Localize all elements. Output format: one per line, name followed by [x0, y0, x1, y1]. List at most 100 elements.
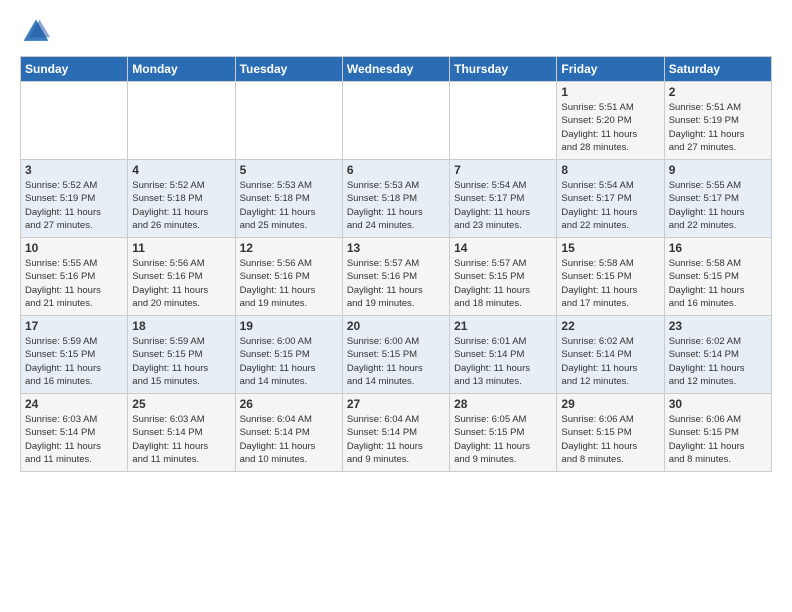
- day-number: 26: [240, 397, 338, 411]
- day-info: Sunrise: 5:55 AM Sunset: 5:16 PM Dayligh…: [25, 257, 123, 310]
- day-cell: 7 Sunrise: 5:54 AM Sunset: 5:17 PM Daylig…: [450, 160, 557, 238]
- day-info: Sunrise: 5:59 AM Sunset: 5:15 PM Dayligh…: [25, 335, 123, 388]
- day-cell: 25 Sunrise: 6:03 AM Sunset: 5:14 PM Dayli…: [128, 394, 235, 472]
- day-info: Sunrise: 5:52 AM Sunset: 5:18 PM Dayligh…: [132, 179, 230, 232]
- week-row: 1 Sunrise: 5:51 AM Sunset: 5:20 PM Daylig…: [21, 82, 772, 160]
- day-cell: 12Sunrise: 5:56 AM Sunset: 5:16 PM Dayli…: [235, 238, 342, 316]
- day-cell: 18 Sunrise: 5:59 AM Sunset: 5:15 PM Dayli…: [128, 316, 235, 394]
- day-number: 7: [454, 163, 552, 177]
- day-cell: [342, 82, 449, 160]
- day-info: Sunrise: 6:01 AM Sunset: 5:14 PM Dayligh…: [454, 335, 552, 388]
- day-number: 3: [25, 163, 123, 177]
- day-header: Friday: [557, 57, 664, 82]
- day-info: Sunrise: 6:02 AM Sunset: 5:14 PM Dayligh…: [561, 335, 659, 388]
- day-number: 8: [561, 163, 659, 177]
- day-number: 23: [669, 319, 767, 333]
- day-number: 24: [25, 397, 123, 411]
- day-number: 6: [347, 163, 445, 177]
- day-number: 29: [561, 397, 659, 411]
- day-info: Sunrise: 6:02 AM Sunset: 5:14 PM Dayligh…: [669, 335, 767, 388]
- day-number: 21: [454, 319, 552, 333]
- day-number: 4: [132, 163, 230, 177]
- day-cell: 30Sunrise: 6:06 AM Sunset: 5:15 PM Dayli…: [664, 394, 771, 472]
- day-cell: 4 Sunrise: 5:52 AM Sunset: 5:18 PM Daylig…: [128, 160, 235, 238]
- day-cell: [235, 82, 342, 160]
- day-number: 5: [240, 163, 338, 177]
- day-cell: 2 Sunrise: 5:51 AM Sunset: 5:19 PM Daylig…: [664, 82, 771, 160]
- day-info: Sunrise: 5:58 AM Sunset: 5:15 PM Dayligh…: [669, 257, 767, 310]
- day-cell: 5Sunrise: 5:53 AM Sunset: 5:18 PM Daylig…: [235, 160, 342, 238]
- day-number: 9: [669, 163, 767, 177]
- day-info: Sunrise: 5:51 AM Sunset: 5:20 PM Dayligh…: [561, 101, 659, 154]
- day-info: Sunrise: 5:51 AM Sunset: 5:19 PM Dayligh…: [669, 101, 767, 154]
- day-cell: 1 Sunrise: 5:51 AM Sunset: 5:20 PM Daylig…: [557, 82, 664, 160]
- day-cell: 19Sunrise: 6:00 AM Sunset: 5:15 PM Dayli…: [235, 316, 342, 394]
- day-cell: 21 Sunrise: 6:01 AM Sunset: 5:14 PM Dayli…: [450, 316, 557, 394]
- calendar-table: SundayMondayTuesdayWednesdayThursdayFrid…: [20, 56, 772, 472]
- day-number: 17: [25, 319, 123, 333]
- day-info: Sunrise: 6:06 AM Sunset: 5:15 PM Dayligh…: [561, 413, 659, 466]
- day-number: 30: [669, 397, 767, 411]
- week-row: 24 Sunrise: 6:03 AM Sunset: 5:14 PM Dayli…: [21, 394, 772, 472]
- day-info: Sunrise: 6:03 AM Sunset: 5:14 PM Dayligh…: [25, 413, 123, 466]
- day-cell: 13 Sunrise: 5:57 AM Sunset: 5:16 PM Dayli…: [342, 238, 449, 316]
- day-info: Sunrise: 6:00 AM Sunset: 5:15 PM Dayligh…: [347, 335, 445, 388]
- header-row: SundayMondayTuesdayWednesdayThursdayFrid…: [21, 57, 772, 82]
- day-cell: 28Sunrise: 6:05 AM Sunset: 5:15 PM Dayli…: [450, 394, 557, 472]
- day-number: 19: [240, 319, 338, 333]
- day-info: Sunrise: 5:57 AM Sunset: 5:16 PM Dayligh…: [347, 257, 445, 310]
- week-row: 3Sunrise: 5:52 AM Sunset: 5:19 PM Daylig…: [21, 160, 772, 238]
- day-number: 2: [669, 85, 767, 99]
- day-info: Sunrise: 6:04 AM Sunset: 5:14 PM Dayligh…: [347, 413, 445, 466]
- day-header: Saturday: [664, 57, 771, 82]
- day-cell: 22 Sunrise: 6:02 AM Sunset: 5:14 PM Dayli…: [557, 316, 664, 394]
- day-number: 12: [240, 241, 338, 255]
- day-number: 25: [132, 397, 230, 411]
- day-cell: 23 Sunrise: 6:02 AM Sunset: 5:14 PM Dayli…: [664, 316, 771, 394]
- day-number: 27: [347, 397, 445, 411]
- day-cell: [21, 82, 128, 160]
- day-cell: 20 Sunrise: 6:00 AM Sunset: 5:15 PM Dayli…: [342, 316, 449, 394]
- day-info: Sunrise: 6:03 AM Sunset: 5:14 PM Dayligh…: [132, 413, 230, 466]
- day-cell: 3Sunrise: 5:52 AM Sunset: 5:19 PM Daylig…: [21, 160, 128, 238]
- page: SundayMondayTuesdayWednesdayThursdayFrid…: [0, 0, 792, 482]
- day-info: Sunrise: 5:57 AM Sunset: 5:15 PM Dayligh…: [454, 257, 552, 310]
- week-row: 10 Sunrise: 5:55 AM Sunset: 5:16 PM Dayli…: [21, 238, 772, 316]
- day-cell: 8Sunrise: 5:54 AM Sunset: 5:17 PM Daylig…: [557, 160, 664, 238]
- day-info: Sunrise: 5:56 AM Sunset: 5:16 PM Dayligh…: [132, 257, 230, 310]
- day-number: 15: [561, 241, 659, 255]
- day-cell: 27 Sunrise: 6:04 AM Sunset: 5:14 PM Dayli…: [342, 394, 449, 472]
- day-info: Sunrise: 5:53 AM Sunset: 5:18 PM Dayligh…: [347, 179, 445, 232]
- day-cell: 14Sunrise: 5:57 AM Sunset: 5:15 PM Dayli…: [450, 238, 557, 316]
- day-info: Sunrise: 5:54 AM Sunset: 5:17 PM Dayligh…: [454, 179, 552, 232]
- day-cell: 16Sunrise: 5:58 AM Sunset: 5:15 PM Dayli…: [664, 238, 771, 316]
- day-header: Monday: [128, 57, 235, 82]
- logo-icon: [20, 16, 52, 48]
- day-number: 1: [561, 85, 659, 99]
- day-cell: 11 Sunrise: 5:56 AM Sunset: 5:16 PM Dayli…: [128, 238, 235, 316]
- day-header: Thursday: [450, 57, 557, 82]
- day-number: 20: [347, 319, 445, 333]
- day-cell: 24 Sunrise: 6:03 AM Sunset: 5:14 PM Dayli…: [21, 394, 128, 472]
- day-number: 13: [347, 241, 445, 255]
- week-row: 17 Sunrise: 5:59 AM Sunset: 5:15 PM Dayli…: [21, 316, 772, 394]
- day-cell: 6 Sunrise: 5:53 AM Sunset: 5:18 PM Daylig…: [342, 160, 449, 238]
- day-info: Sunrise: 6:04 AM Sunset: 5:14 PM Dayligh…: [240, 413, 338, 466]
- day-cell: 29 Sunrise: 6:06 AM Sunset: 5:15 PM Dayli…: [557, 394, 664, 472]
- day-cell: 26 Sunrise: 6:04 AM Sunset: 5:14 PM Dayli…: [235, 394, 342, 472]
- day-cell: 15Sunrise: 5:58 AM Sunset: 5:15 PM Dayli…: [557, 238, 664, 316]
- logo: [20, 16, 58, 48]
- day-info: Sunrise: 5:59 AM Sunset: 5:15 PM Dayligh…: [132, 335, 230, 388]
- day-cell: [128, 82, 235, 160]
- day-header: Sunday: [21, 57, 128, 82]
- day-number: 28: [454, 397, 552, 411]
- day-number: 10: [25, 241, 123, 255]
- day-number: 18: [132, 319, 230, 333]
- day-cell: 10 Sunrise: 5:55 AM Sunset: 5:16 PM Dayli…: [21, 238, 128, 316]
- day-cell: 17 Sunrise: 5:59 AM Sunset: 5:15 PM Dayli…: [21, 316, 128, 394]
- day-info: Sunrise: 5:55 AM Sunset: 5:17 PM Dayligh…: [669, 179, 767, 232]
- day-number: 22: [561, 319, 659, 333]
- header: [20, 16, 772, 48]
- day-number: 11: [132, 241, 230, 255]
- day-header: Tuesday: [235, 57, 342, 82]
